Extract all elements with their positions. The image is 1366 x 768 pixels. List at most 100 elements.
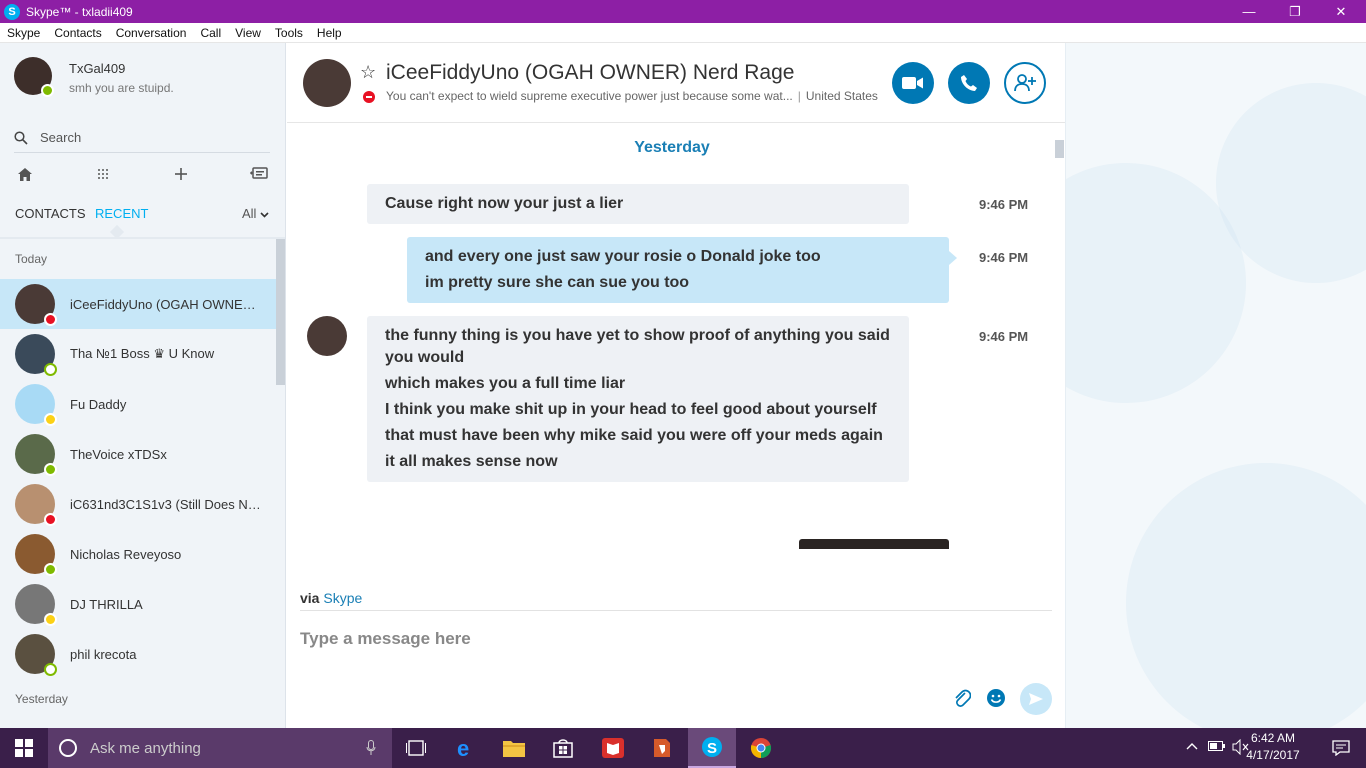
attach-file-button[interactable] (950, 686, 974, 710)
contact-name: TheVoice xTDSx (70, 446, 167, 462)
sidebar-scrollbar[interactable] (276, 239, 285, 385)
sender-avatar[interactable] (307, 316, 347, 356)
add-icon[interactable] (170, 163, 192, 185)
message-time: 9:46 PM (979, 329, 1029, 344)
menu-contacts[interactable]: Contacts (47, 26, 108, 40)
favorite-star-icon[interactable]: ☆ (360, 62, 376, 83)
conversation-mood: You can't expect to wield supreme execut… (386, 89, 878, 103)
menu-help[interactable]: Help (310, 26, 349, 40)
cortana-search-box[interactable]: Ask me anything (48, 728, 392, 768)
windows-taskbar: Ask me anything e S 6:42 AM 4/17/2017 (0, 728, 1366, 768)
profile-avatar[interactable] (14, 57, 54, 97)
clock-time[interactable]: 6:42 AM (1238, 731, 1308, 745)
maximize-button[interactable]: ❐ (1272, 0, 1318, 23)
task-view-icon (406, 740, 426, 756)
message-line: im pretty sure she can sue you too (425, 274, 690, 291)
task-view-button[interactable] (392, 728, 440, 768)
skype-link[interactable]: Skype (323, 590, 362, 606)
section-yesterday: Yesterday (15, 692, 68, 706)
taskbar-skype[interactable]: S (688, 728, 736, 768)
book-icon (602, 738, 624, 758)
taskbar-chrome[interactable] (737, 728, 785, 768)
emoticon-button[interactable] (984, 686, 1008, 710)
contact-item[interactable]: phil krecota (0, 629, 276, 679)
video-call-button[interactable] (892, 62, 934, 104)
away-status-icon (44, 613, 57, 626)
filter-label: All (242, 206, 257, 221)
contact-avatar (15, 634, 57, 676)
contact-name: iC631nd3C1S1v3 (Still Does No... (70, 496, 265, 512)
audio-call-button[interactable] (948, 62, 990, 104)
contact-item[interactable]: Tha №1 Boss ♛ U Know (0, 329, 276, 379)
phone-icon (961, 75, 977, 91)
dnd-status-icon (44, 513, 57, 526)
contact-item[interactable]: TheVoice xTDSx (0, 429, 276, 479)
clock-date[interactable]: 4/17/2017 (1238, 748, 1308, 762)
taskbar-file-explorer[interactable] (490, 728, 538, 768)
start-button[interactable] (0, 728, 48, 768)
message-line: that must have been why mike said you we… (385, 427, 883, 444)
menu-conversation[interactable]: Conversation (109, 26, 194, 40)
conversation-title[interactable]: iCeeFiddyUno (OGAH OWNER) Nerd Rage (386, 61, 794, 85)
contact-item[interactable]: Nicholas Reveyoso (0, 529, 276, 579)
contact-name: DJ THRILLA (70, 596, 143, 612)
dnd-status-icon (44, 313, 57, 326)
search-placeholder: Search (40, 130, 82, 145)
tab-contacts[interactable]: CONTACTS (15, 206, 86, 221)
close-button[interactable]: ✕ (1318, 0, 1364, 23)
menu-call[interactable]: Call (193, 26, 228, 40)
message-input[interactable]: Type a message here (300, 629, 471, 649)
image-attachment-thumbnail[interactable] (799, 539, 949, 549)
taskbar-app[interactable] (638, 728, 686, 768)
outgoing-message[interactable]: and every one just saw your rosie o Dona… (407, 237, 957, 303)
taskbar-store[interactable] (539, 728, 587, 768)
tab-divider (0, 237, 285, 239)
smiley-icon (987, 689, 1005, 707)
sidebar-toolbar (14, 163, 270, 187)
chevron-down-icon (260, 212, 269, 218)
add-person-icon (1014, 74, 1036, 92)
taskbar-reader-app[interactable] (589, 728, 637, 768)
default-avatar-icon (15, 384, 57, 426)
search-box[interactable]: Search (14, 123, 270, 153)
incoming-message[interactable]: Cause right now your just a lier (367, 184, 909, 224)
contact-name: Tha №1 Boss ♛ U Know (70, 346, 215, 361)
message-line: which makes you a full time liar (385, 375, 626, 392)
profile-card[interactable]: TxGal409 smh you are stuipd. (14, 57, 174, 97)
microphone-icon[interactable] (366, 740, 376, 756)
contact-item[interactable]: iCeeFiddyUno (OGAH OWNER)... (0, 279, 276, 329)
action-center-icon[interactable] (1332, 740, 1350, 756)
taskbar-edge[interactable]: e (442, 728, 490, 768)
incoming-message[interactable]: the funny thing is you have yet to show … (367, 316, 909, 482)
contact-name: phil krecota (70, 646, 137, 662)
minimize-button[interactable]: — (1226, 0, 1272, 23)
battery-icon[interactable] (1208, 740, 1226, 752)
via-skype-label: via Skype (300, 590, 362, 606)
online-status-icon (41, 84, 54, 97)
conversation-header: ☆ iCeeFiddyUno (OGAH OWNER) Nerd Rage Yo… (287, 43, 1065, 123)
chevron-up-icon[interactable] (1186, 742, 1198, 750)
dialpad-icon[interactable] (92, 163, 114, 185)
send-button[interactable] (1020, 683, 1052, 715)
contact-item[interactable]: Fu Daddy (0, 379, 276, 429)
contact-name: iCeeFiddyUno (OGAH OWNER)... (70, 296, 265, 312)
message-scrollbar[interactable] (1055, 140, 1064, 158)
svg-text:e: e (457, 737, 469, 759)
conversation-avatar[interactable] (303, 59, 351, 107)
menu-tools[interactable]: Tools (268, 26, 310, 40)
mood-text: You can't expect to wield supreme execut… (386, 89, 793, 103)
contact-item[interactable]: DJ THRILLA (0, 579, 276, 629)
profile-mood[interactable]: smh you are stuipd. (69, 81, 174, 95)
filter-dropdown[interactable]: All (242, 206, 269, 221)
menu-view[interactable]: View (228, 26, 268, 40)
message-line: and every one just saw your rosie o Dona… (425, 248, 821, 265)
menu-skype[interactable]: Skype (0, 26, 47, 40)
conversation-pane: ☆ iCeeFiddyUno (OGAH OWNER) Nerd Rage Yo… (287, 43, 1065, 728)
online-status-icon (44, 563, 57, 576)
home-icon[interactable] (14, 163, 36, 185)
contact-item[interactable]: iC631nd3C1S1v3 (Still Does No... (0, 479, 276, 529)
contact-name: Fu Daddy (70, 396, 127, 412)
add-participant-button[interactable] (1004, 62, 1046, 104)
new-conversation-icon[interactable] (248, 163, 270, 185)
tab-recent[interactable]: RECENT (95, 206, 148, 221)
